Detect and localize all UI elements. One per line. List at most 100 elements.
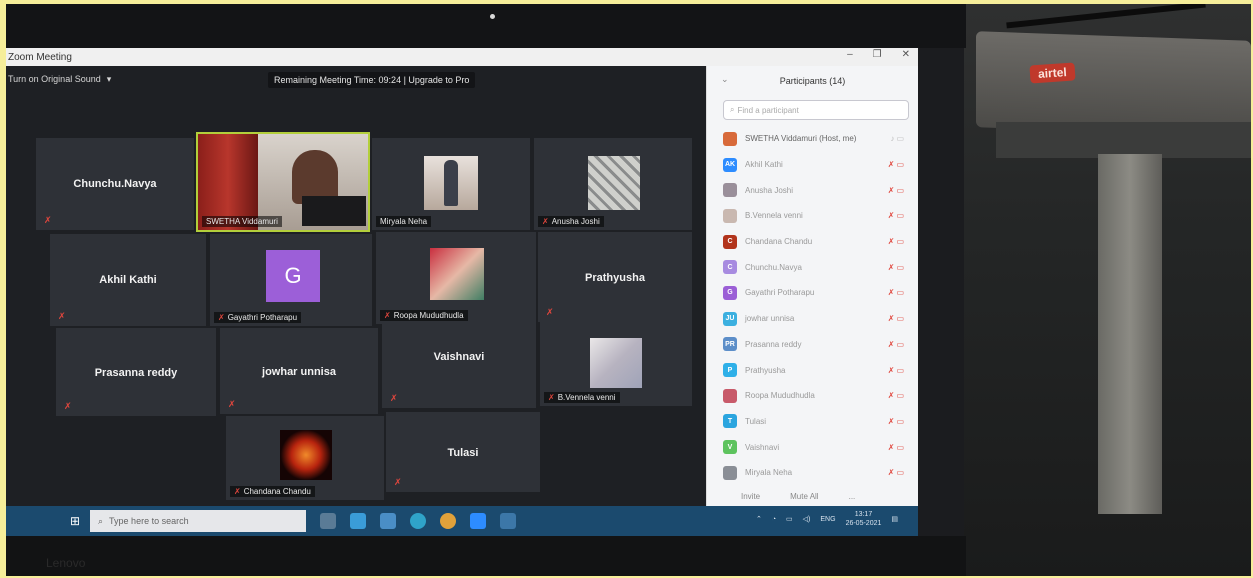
participant-row[interactable]: SWETHA Viddamuri (Host, me) ♪▭	[707, 126, 918, 152]
profile-picture	[588, 156, 640, 210]
volume-icon[interactable]: ◁)	[803, 515, 811, 523]
chevron-down-icon[interactable]: ⌄	[721, 74, 729, 85]
participant-search-input[interactable]: ⌕ Find a participant	[723, 100, 909, 120]
chrome-icon[interactable]	[440, 513, 456, 529]
video-tile-vaishnavi[interactable]: Vaishnavi ✗	[382, 324, 536, 408]
tile-name: Chandana Chandu	[243, 487, 311, 496]
original-sound-button[interactable]: Turn on Original Sound ▾	[6, 74, 111, 85]
participant-row[interactable]: G Gayathri Potharapu ✗▭	[707, 280, 918, 306]
system-tray: ⌃ ◔ ▭ ◁) ENG 13:17 26-05-2021 ▤	[756, 510, 898, 528]
mic-muted-icon: ✗	[218, 313, 225, 322]
task-view-icon[interactable]	[320, 513, 336, 529]
participant-name: Chandana Chandu	[745, 237, 813, 247]
tile-name: Roopa Mududhudla	[393, 311, 464, 320]
mic-muted-icon: ✗▭	[887, 416, 906, 426]
mic-muted-icon: ✗▭	[887, 314, 906, 324]
zoom-app-icon[interactable]	[470, 513, 486, 529]
participant-name: Vaishnavi	[745, 442, 780, 452]
mic-muted-icon: ✗▭	[887, 442, 906, 452]
participant-row[interactable]: C Chunchu.Navya ✗▭	[707, 254, 918, 280]
notifications-icon[interactable]: ▤	[891, 515, 898, 523]
video-tile-chandana[interactable]: ✗ Chandana Chandu	[226, 416, 384, 500]
avatar	[723, 388, 737, 403]
profile-picture	[280, 430, 332, 480]
router-logo: airtel	[1029, 62, 1076, 84]
remaining-time-banner[interactable]: Remaining Meeting Time: 09:24 | Upgrade …	[268, 72, 476, 88]
participant-name: Anusha Joshi	[745, 185, 794, 195]
tile-name: Chunchu.Navya	[73, 178, 157, 191]
language-indicator[interactable]: ENG	[820, 516, 835, 523]
video-tile-gayathri[interactable]: G ✗ Gayathri Potharapu	[210, 234, 372, 326]
mic-icon: ♪▭	[890, 134, 906, 144]
profile-picture	[430, 248, 484, 300]
participant-row[interactable]: Miryala Neha ✗▭	[707, 460, 918, 486]
profile-picture	[590, 338, 642, 388]
tile-name: B.Vennela venni	[557, 393, 616, 402]
avatar	[723, 465, 737, 480]
clock[interactable]: 13:17 26-05-2021	[846, 510, 882, 528]
invite-button[interactable]: Invite	[741, 492, 760, 501]
participant-row[interactable]: T Tulasi ✗▭	[707, 409, 918, 435]
participant-row[interactable]: PR Prasanna reddy ✗▭	[707, 332, 918, 358]
participant-row[interactable]: C Chandana Chandu ✗▭	[707, 229, 918, 255]
video-tile-jowhar[interactable]: jowhar unnisa ✗	[220, 328, 378, 414]
video-tile-roopa[interactable]: ✗ Roopa Mududhudla	[376, 232, 536, 324]
avatar: PR	[723, 337, 737, 352]
taskbar-search-input[interactable]: ⌕ Type here to search	[90, 510, 306, 532]
mic-muted-icon: ✗	[234, 487, 241, 496]
video-tile-prathyusha[interactable]: Prathyusha ✗	[538, 232, 692, 322]
mic-muted-icon: ✗	[58, 311, 66, 321]
pillar	[1098, 154, 1162, 514]
minimize-button[interactable]: –	[847, 49, 853, 60]
mute-all-button[interactable]: Mute All	[790, 492, 818, 501]
participant-row[interactable]: B.Vennela venni ✗▭	[707, 203, 918, 229]
laptop-brand: Lenovo	[46, 556, 86, 570]
video-tile-vennela[interactable]: ✗ B.Vennela venni	[540, 322, 692, 406]
tile-name-tag: ✗ Roopa Mududhudla	[380, 310, 468, 321]
participant-list: SWETHA Viddamuri (Host, me) ♪▭ AK Akhil Kat…	[707, 126, 918, 486]
store-icon[interactable]	[350, 513, 366, 529]
participant-name: jowhar unnisa	[745, 314, 795, 324]
mic-muted-icon: ✗▭	[887, 288, 906, 298]
video-tile-swetha[interactable]: SWETHA Viddamuri	[196, 132, 370, 232]
more-button[interactable]: ...	[849, 492, 856, 501]
participant-name: Roopa Mududhudla	[745, 391, 815, 401]
app-icon[interactable]	[500, 513, 516, 529]
search-placeholder: Find a participant	[737, 105, 799, 115]
windows-start-icon[interactable]: ⊞	[60, 506, 90, 536]
tile-name-tag: ✗ Anusha Joshi	[538, 216, 604, 227]
participant-name: Prasanna reddy	[745, 339, 802, 349]
webcam-icon	[490, 14, 495, 19]
network-icon[interactable]: ◔	[772, 516, 776, 523]
tile-name-tag: ✗ B.Vennela venni	[544, 392, 620, 403]
participant-row[interactable]: P Prathyusha ✗▭	[707, 357, 918, 383]
participant-row[interactable]: V Vaishnavi ✗▭	[707, 434, 918, 460]
search-icon: ⌕	[98, 515, 104, 526]
restore-button[interactable]: ❐	[873, 49, 882, 60]
mic-muted-icon: ✗▭	[887, 365, 906, 375]
participant-row[interactable]: JU jowhar unnisa ✗▭	[707, 306, 918, 332]
video-tile-chunchu[interactable]: Chunchu.Navya ✗	[36, 138, 194, 230]
tile-name: SWETHA Viddamuri	[206, 217, 278, 226]
participant-row[interactable]: Anusha Joshi ✗▭	[707, 177, 918, 203]
edge-icon[interactable]	[410, 513, 426, 529]
window-titlebar: Zoom Meeting – ❐ ✕	[6, 48, 918, 66]
avatar: T	[723, 414, 737, 429]
video-tile-miryala[interactable]: Miryala Neha	[372, 138, 530, 230]
participant-name: Tulasi	[745, 416, 767, 426]
tile-name: Prathyusha	[585, 271, 645, 284]
tray-chevron-up-icon[interactable]: ⌃	[756, 515, 762, 523]
tile-name: Tulasi	[447, 447, 479, 460]
video-tile-akhil[interactable]: Akhil Kathi ✗	[50, 234, 206, 326]
participant-row[interactable]: Roopa Mududhudla ✗▭	[707, 383, 918, 409]
video-tile-anusha[interactable]: ✗ Anusha Joshi	[534, 138, 692, 230]
video-tile-prasanna[interactable]: Prasanna reddy ✗	[56, 328, 216, 416]
battery-icon[interactable]: ▭	[786, 515, 793, 523]
mic-muted-icon: ✗	[546, 307, 554, 317]
video-tile-tulasi[interactable]: Tulasi ✗	[386, 412, 540, 492]
file-explorer-icon[interactable]	[380, 513, 396, 529]
participant-row[interactable]: AK Akhil Kathi ✗▭	[707, 152, 918, 178]
router	[976, 31, 1251, 137]
close-button[interactable]: ✕	[902, 49, 910, 60]
mic-muted-icon: ✗▭	[887, 262, 906, 272]
